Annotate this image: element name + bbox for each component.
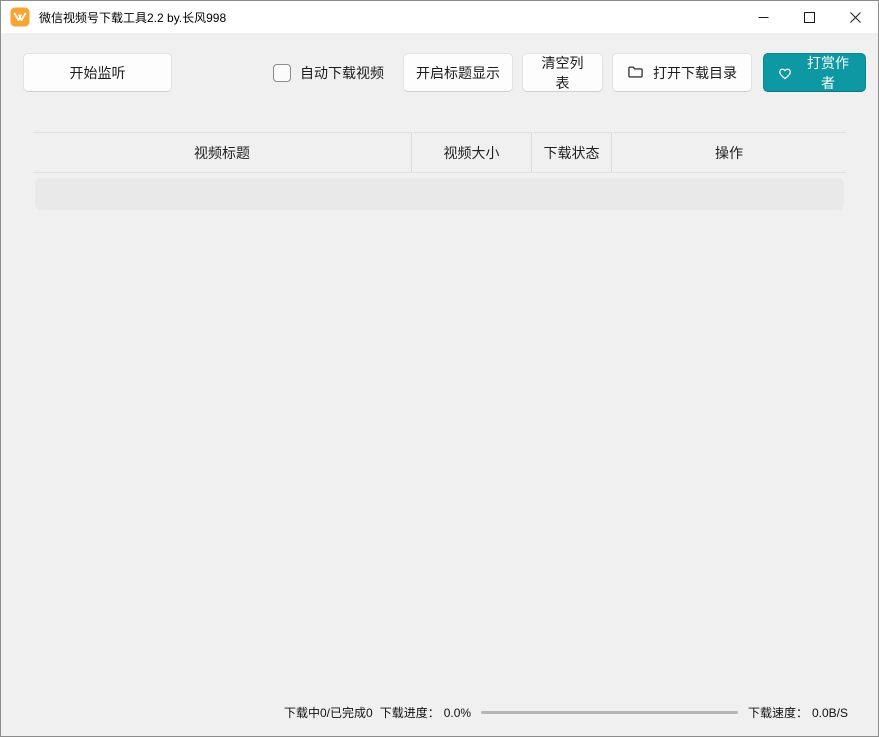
table-empty-row	[35, 178, 844, 210]
window-controls	[740, 1, 878, 33]
video-table: 视频标题 视频大小 下载状态 操作	[33, 132, 846, 210]
open-download-dir-label: 打开下载目录	[653, 63, 737, 83]
download-counts-text: 下载中0/已完成0	[284, 704, 373, 721]
reward-author-button[interactable]: 打赏作者	[763, 53, 866, 92]
reward-author-label: 打赏作者	[803, 53, 853, 93]
title-display-label: 开启标题显示	[416, 63, 500, 83]
titlebar: 微信视频号下载工具2.2 by.长风998	[1, 1, 878, 33]
maximize-button[interactable]	[786, 1, 832, 33]
progress-value: 0.0%	[444, 706, 471, 720]
auto-download-group: 自动下载视频	[273, 53, 384, 92]
download-progress-bar	[481, 711, 738, 714]
column-header-actions: 操作	[611, 133, 846, 172]
column-header-video-size: 视频大小	[411, 133, 531, 172]
title-display-button[interactable]: 开启标题显示	[403, 53, 513, 92]
app-logo-icon	[10, 7, 30, 27]
app-window: 微信视频号下载工具2.2 by.长风998 开始监听 自动下载	[0, 0, 879, 737]
minimize-button[interactable]	[740, 1, 786, 33]
minimize-icon	[758, 12, 769, 23]
column-header-video-title: 视频标题	[33, 133, 411, 172]
start-listen-label: 开始监听	[70, 63, 126, 83]
heart-icon	[776, 64, 794, 82]
auto-download-label: 自动下载视频	[300, 63, 384, 83]
clear-list-label: 清空列表	[535, 53, 590, 93]
maximize-icon	[804, 12, 815, 23]
start-listen-button[interactable]: 开始监听	[23, 53, 172, 92]
statusbar: 下载中0/已完成0 下载进度： 0.0% 下载速度： 0.0B/S	[284, 704, 848, 721]
auto-download-checkbox[interactable]	[273, 64, 291, 82]
speed-value: 0.0B/S	[812, 706, 848, 720]
column-header-download-status: 下载状态	[531, 133, 611, 172]
window-title: 微信视频号下载工具2.2 by.长风998	[39, 9, 226, 26]
clear-list-button[interactable]: 清空列表	[522, 53, 603, 92]
open-download-dir-button[interactable]: 打开下载目录	[612, 53, 752, 92]
close-button[interactable]	[832, 1, 878, 33]
close-icon	[850, 12, 861, 23]
progress-label: 下载进度：	[380, 704, 440, 721]
folder-icon	[627, 64, 644, 81]
table-header-row: 视频标题 视频大小 下载状态 操作	[33, 132, 846, 173]
speed-label: 下载速度：	[748, 704, 808, 721]
